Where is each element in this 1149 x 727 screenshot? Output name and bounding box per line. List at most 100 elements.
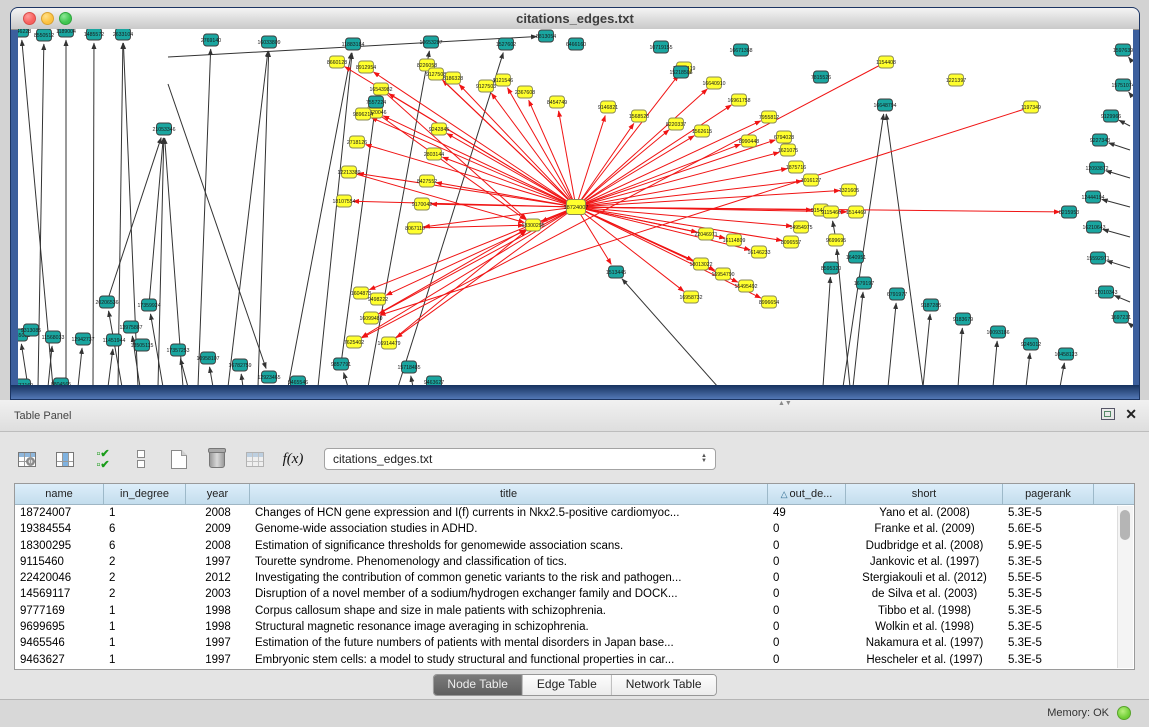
table-row[interactable]: 1872400712008Changes of HCN gene express… <box>15 505 1134 521</box>
citation-edge-black[interactable] <box>1114 295 1130 302</box>
select-columns-button[interactable]: ▫✔▫✔ <box>90 446 116 472</box>
citation-edge-black[interactable] <box>149 138 163 305</box>
citation-edge-black[interactable] <box>993 341 997 387</box>
citation-edge-black[interactable] <box>1103 229 1130 237</box>
citation-edge-black[interactable] <box>288 53 351 387</box>
network-node-label: 1221397 <box>946 78 966 84</box>
table-cell: de Silva et al. (2003) <box>846 586 1003 602</box>
citation-edge-black[interactable] <box>923 314 930 387</box>
citation-edge-black[interactable] <box>1107 261 1130 268</box>
citation-edge-red[interactable] <box>380 107 1031 315</box>
splitter-handle[interactable]: ▲▼ <box>778 401 790 406</box>
row-options-button[interactable] <box>128 446 154 472</box>
tab-network-table[interactable]: Network Table <box>612 675 716 695</box>
function-icon: f(x) <box>283 451 304 468</box>
column-header-out_de[interactable]: △out_de... <box>768 484 846 504</box>
table-row[interactable]: 1938455462009Genome-wide association stu… <box>15 521 1134 537</box>
citation-edge-black[interactable] <box>622 279 718 387</box>
column-header-title[interactable]: title <box>250 484 768 504</box>
citation-edge-black[interactable] <box>1119 120 1130 126</box>
citation-edge-black[interactable] <box>109 311 122 387</box>
table-settings-button[interactable] <box>14 446 40 472</box>
table-row[interactable]: 911546021997Tourette syndrome. Phenomeno… <box>15 554 1134 570</box>
network-node-label: 2633104 <box>113 32 133 38</box>
citation-edge-red[interactable] <box>369 207 576 290</box>
table-row[interactable]: 2242004622012Investigating the contribut… <box>15 570 1134 586</box>
citation-edge-black[interactable] <box>168 84 266 368</box>
citation-edge-black[interactable] <box>78 348 82 387</box>
citation-edge-red[interactable] <box>386 207 576 295</box>
network-window-titlebar[interactable]: citations_edges.txt <box>11 8 1139 30</box>
citation-edge-black[interactable] <box>1129 92 1131 95</box>
table-cell: 1 <box>104 635 186 651</box>
citation-edge-red[interactable] <box>576 123 634 207</box>
citation-edge-black[interactable] <box>198 49 211 387</box>
network-node-label: 9129966 <box>1101 114 1121 120</box>
delete-column-button[interactable] <box>204 446 230 472</box>
column-select-button[interactable] <box>52 446 78 472</box>
citation-edge-black[interactable] <box>843 114 884 387</box>
column-header-name[interactable]: name <box>15 484 104 504</box>
citation-edge-black[interactable] <box>107 138 161 302</box>
table-cell: 9465546 <box>15 635 104 651</box>
citation-edge-black[interactable] <box>888 303 896 387</box>
table-row[interactable]: 946362711997Embryonic stem cells: a mode… <box>15 652 1134 668</box>
citation-edge-black[interactable] <box>108 349 113 387</box>
citation-edge-black[interactable] <box>228 51 268 387</box>
close-panel-icon[interactable]: ✕ <box>1125 407 1137 421</box>
citation-edge-black[interactable] <box>258 51 269 387</box>
table-toolbar: ▫✔▫✔ f(x) citations_edges.txt ▲▼ <box>14 441 1135 477</box>
citation-edge-black[interactable] <box>853 292 863 387</box>
citation-edge-red[interactable] <box>576 207 782 241</box>
citation-edge-black[interactable] <box>1129 57 1130 59</box>
column-header-short[interactable]: short <box>846 484 1003 504</box>
network-node-label: 8550512 <box>34 33 54 39</box>
table-cell: 5.3E-5 <box>1003 603 1094 619</box>
citation-edge-black[interactable] <box>158 138 164 387</box>
table-cell: Estimation of the future numbers of pati… <box>250 635 768 651</box>
citation-edge-black[interactable] <box>1060 363 1064 387</box>
citation-edge-black[interactable] <box>1026 353 1030 387</box>
citation-edge-red[interactable] <box>576 121 761 207</box>
table-row[interactable]: 1830029562008Estimation of significance … <box>15 538 1134 554</box>
citation-edge-red[interactable] <box>389 231 526 343</box>
citation-edge-black[interactable] <box>1102 199 1130 207</box>
network-node-label: 15718485 <box>397 365 420 371</box>
network-node-label: 1197349 <box>1021 105 1041 111</box>
citation-edge-black[interactable] <box>151 314 163 387</box>
citation-edge-black[interactable] <box>823 277 830 387</box>
tab-node-table[interactable]: Node Table <box>433 675 523 695</box>
tab-edge-table[interactable]: Edge Table <box>523 675 612 695</box>
table-scrollbar-thumb[interactable] <box>1120 510 1130 540</box>
citation-edge-red[interactable] <box>381 89 526 219</box>
citation-edge-black[interactable] <box>210 367 213 387</box>
network-canvas[interactable]: 1872400786601288912954822605891275088186… <box>18 29 1133 387</box>
citation-edge-red[interactable] <box>431 204 576 207</box>
citation-edge-black[interactable] <box>341 111 375 364</box>
network-node-label: 21053346 <box>152 127 175 133</box>
table-row[interactable]: 1456911722003Disruption of a novel membe… <box>15 586 1134 602</box>
table-row[interactable]: 977716911998Corpus callosum shape and si… <box>15 603 1134 619</box>
create-column-button[interactable] <box>166 446 192 472</box>
citation-edge-red[interactable] <box>491 93 576 207</box>
float-panel-icon[interactable] <box>1101 408 1115 420</box>
citation-edge-black[interactable] <box>398 53 503 387</box>
table-cell: 22420046 <box>15 570 104 586</box>
citation-edge-red[interactable] <box>362 62 886 338</box>
function-builder-button[interactable]: f(x) <box>280 446 306 472</box>
citation-edge-black[interactable] <box>958 328 962 387</box>
column-header-pagerank[interactable]: pagerank <box>1003 484 1094 504</box>
table-row[interactable]: 969969511998Structural magnetic resonanc… <box>15 619 1134 635</box>
citation-edge-black[interactable] <box>1106 171 1130 178</box>
citation-edge-red[interactable] <box>389 94 576 207</box>
citation-edge-red[interactable] <box>366 145 576 207</box>
citation-edge-black[interactable] <box>1128 323 1131 325</box>
citation-edge-black[interactable] <box>1109 143 1130 150</box>
table-scrollbar[interactable] <box>1117 506 1133 668</box>
table-row[interactable]: 946554611997Estimation of the future num… <box>15 635 1134 651</box>
table-select-dropdown[interactable]: citations_edges.txt ▲▼ <box>324 448 716 470</box>
citation-edge-red[interactable] <box>576 130 669 207</box>
column-header-in_degree[interactable]: in_degree <box>104 484 186 504</box>
column-header-year[interactable]: year <box>186 484 250 504</box>
citation-edge-black[interactable] <box>93 43 94 387</box>
